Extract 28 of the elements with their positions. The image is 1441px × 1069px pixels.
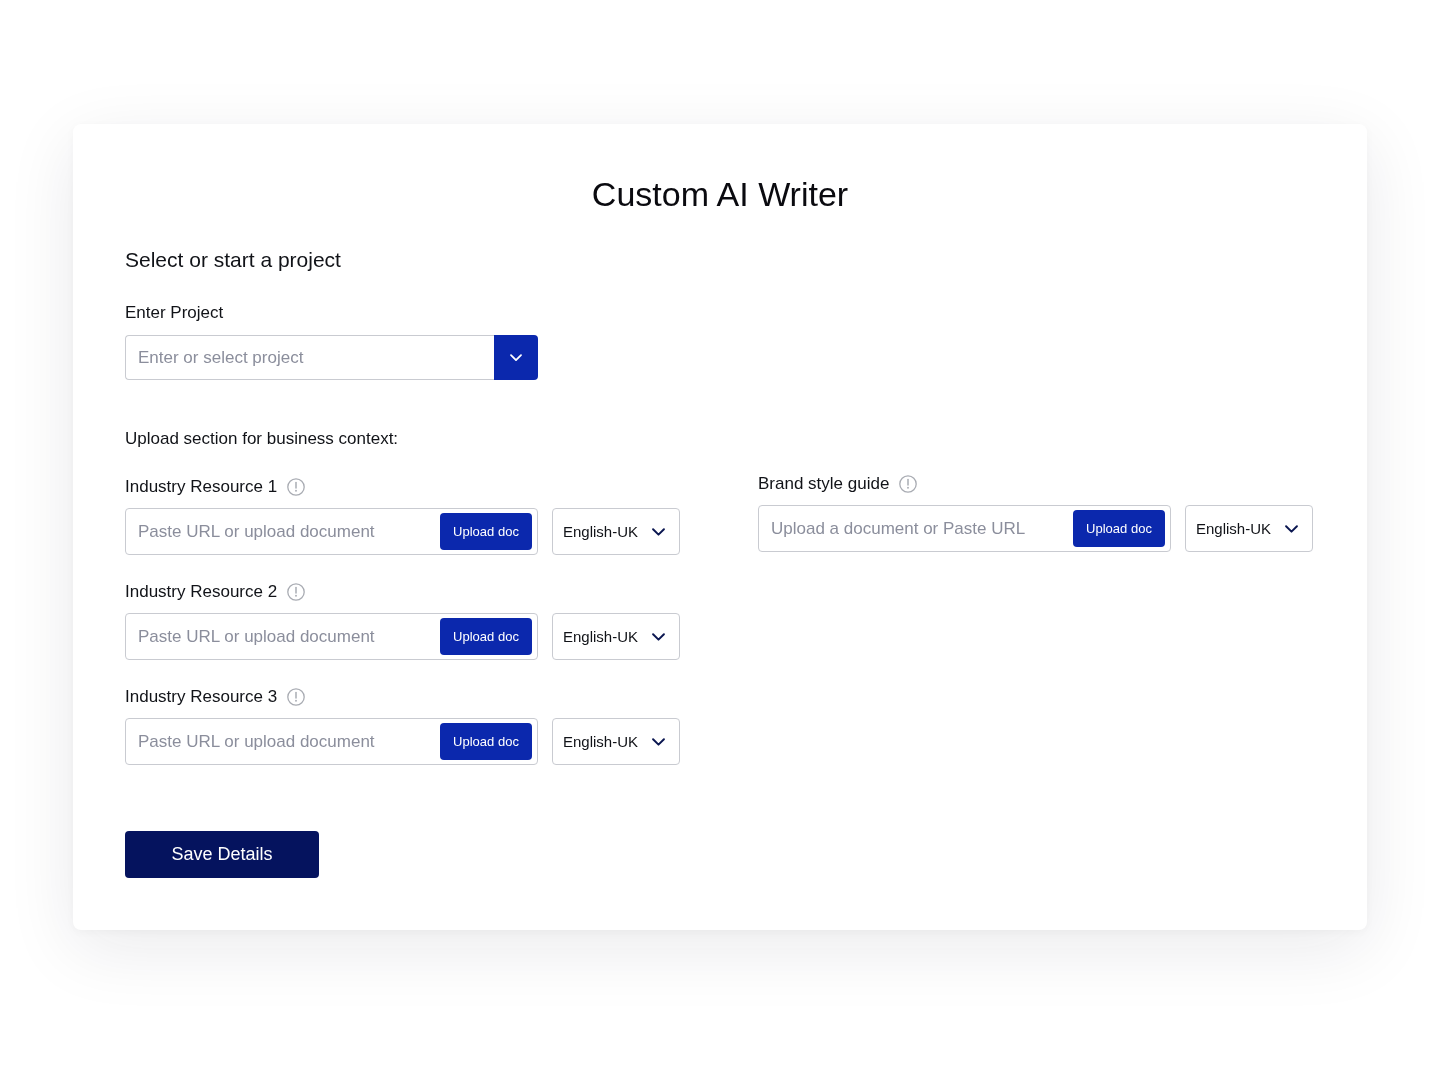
upload-button[interactable]: Upload doc xyxy=(440,723,532,761)
field-label: Industry Resource 2 xyxy=(125,581,278,604)
field-label: Industry Resource 1 xyxy=(125,476,278,499)
dropdown-button[interactable] xyxy=(494,335,538,381)
upload-button[interactable]: Upload doc xyxy=(440,618,532,656)
info-icon[interactable] xyxy=(287,478,306,497)
field-label: Enter Project xyxy=(125,302,224,324)
field-label: Brand style guide xyxy=(758,473,890,496)
chevron-down-icon xyxy=(1285,525,1298,533)
info-icon[interactable] xyxy=(287,583,306,602)
chevron-down-icon xyxy=(510,354,522,362)
section-subheading: Upload section for business context: xyxy=(125,428,399,451)
language-select[interactable]: English-UK xyxy=(1185,505,1313,553)
upload-button[interactable]: Upload doc xyxy=(1073,510,1165,548)
section-heading: Select or start a project xyxy=(125,247,341,273)
chevron-down-icon xyxy=(652,633,665,641)
language-select[interactable]: English-UK xyxy=(552,613,680,661)
chevron-down-icon xyxy=(652,738,665,746)
upload-button[interactable]: Upload doc xyxy=(440,513,532,551)
info-icon[interactable] xyxy=(899,475,918,494)
field-label: Industry Resource 3 xyxy=(125,686,278,709)
chevron-down-icon xyxy=(652,528,665,536)
save-button[interactable]: Save Details xyxy=(125,831,319,878)
info-icon[interactable] xyxy=(287,688,306,707)
project-input-field[interactable]: Enter or select project xyxy=(125,335,494,381)
language-select[interactable]: English-UK xyxy=(552,508,680,556)
page-title: Custom AI Writer xyxy=(591,174,849,214)
language-select[interactable]: English-UK xyxy=(552,718,680,766)
